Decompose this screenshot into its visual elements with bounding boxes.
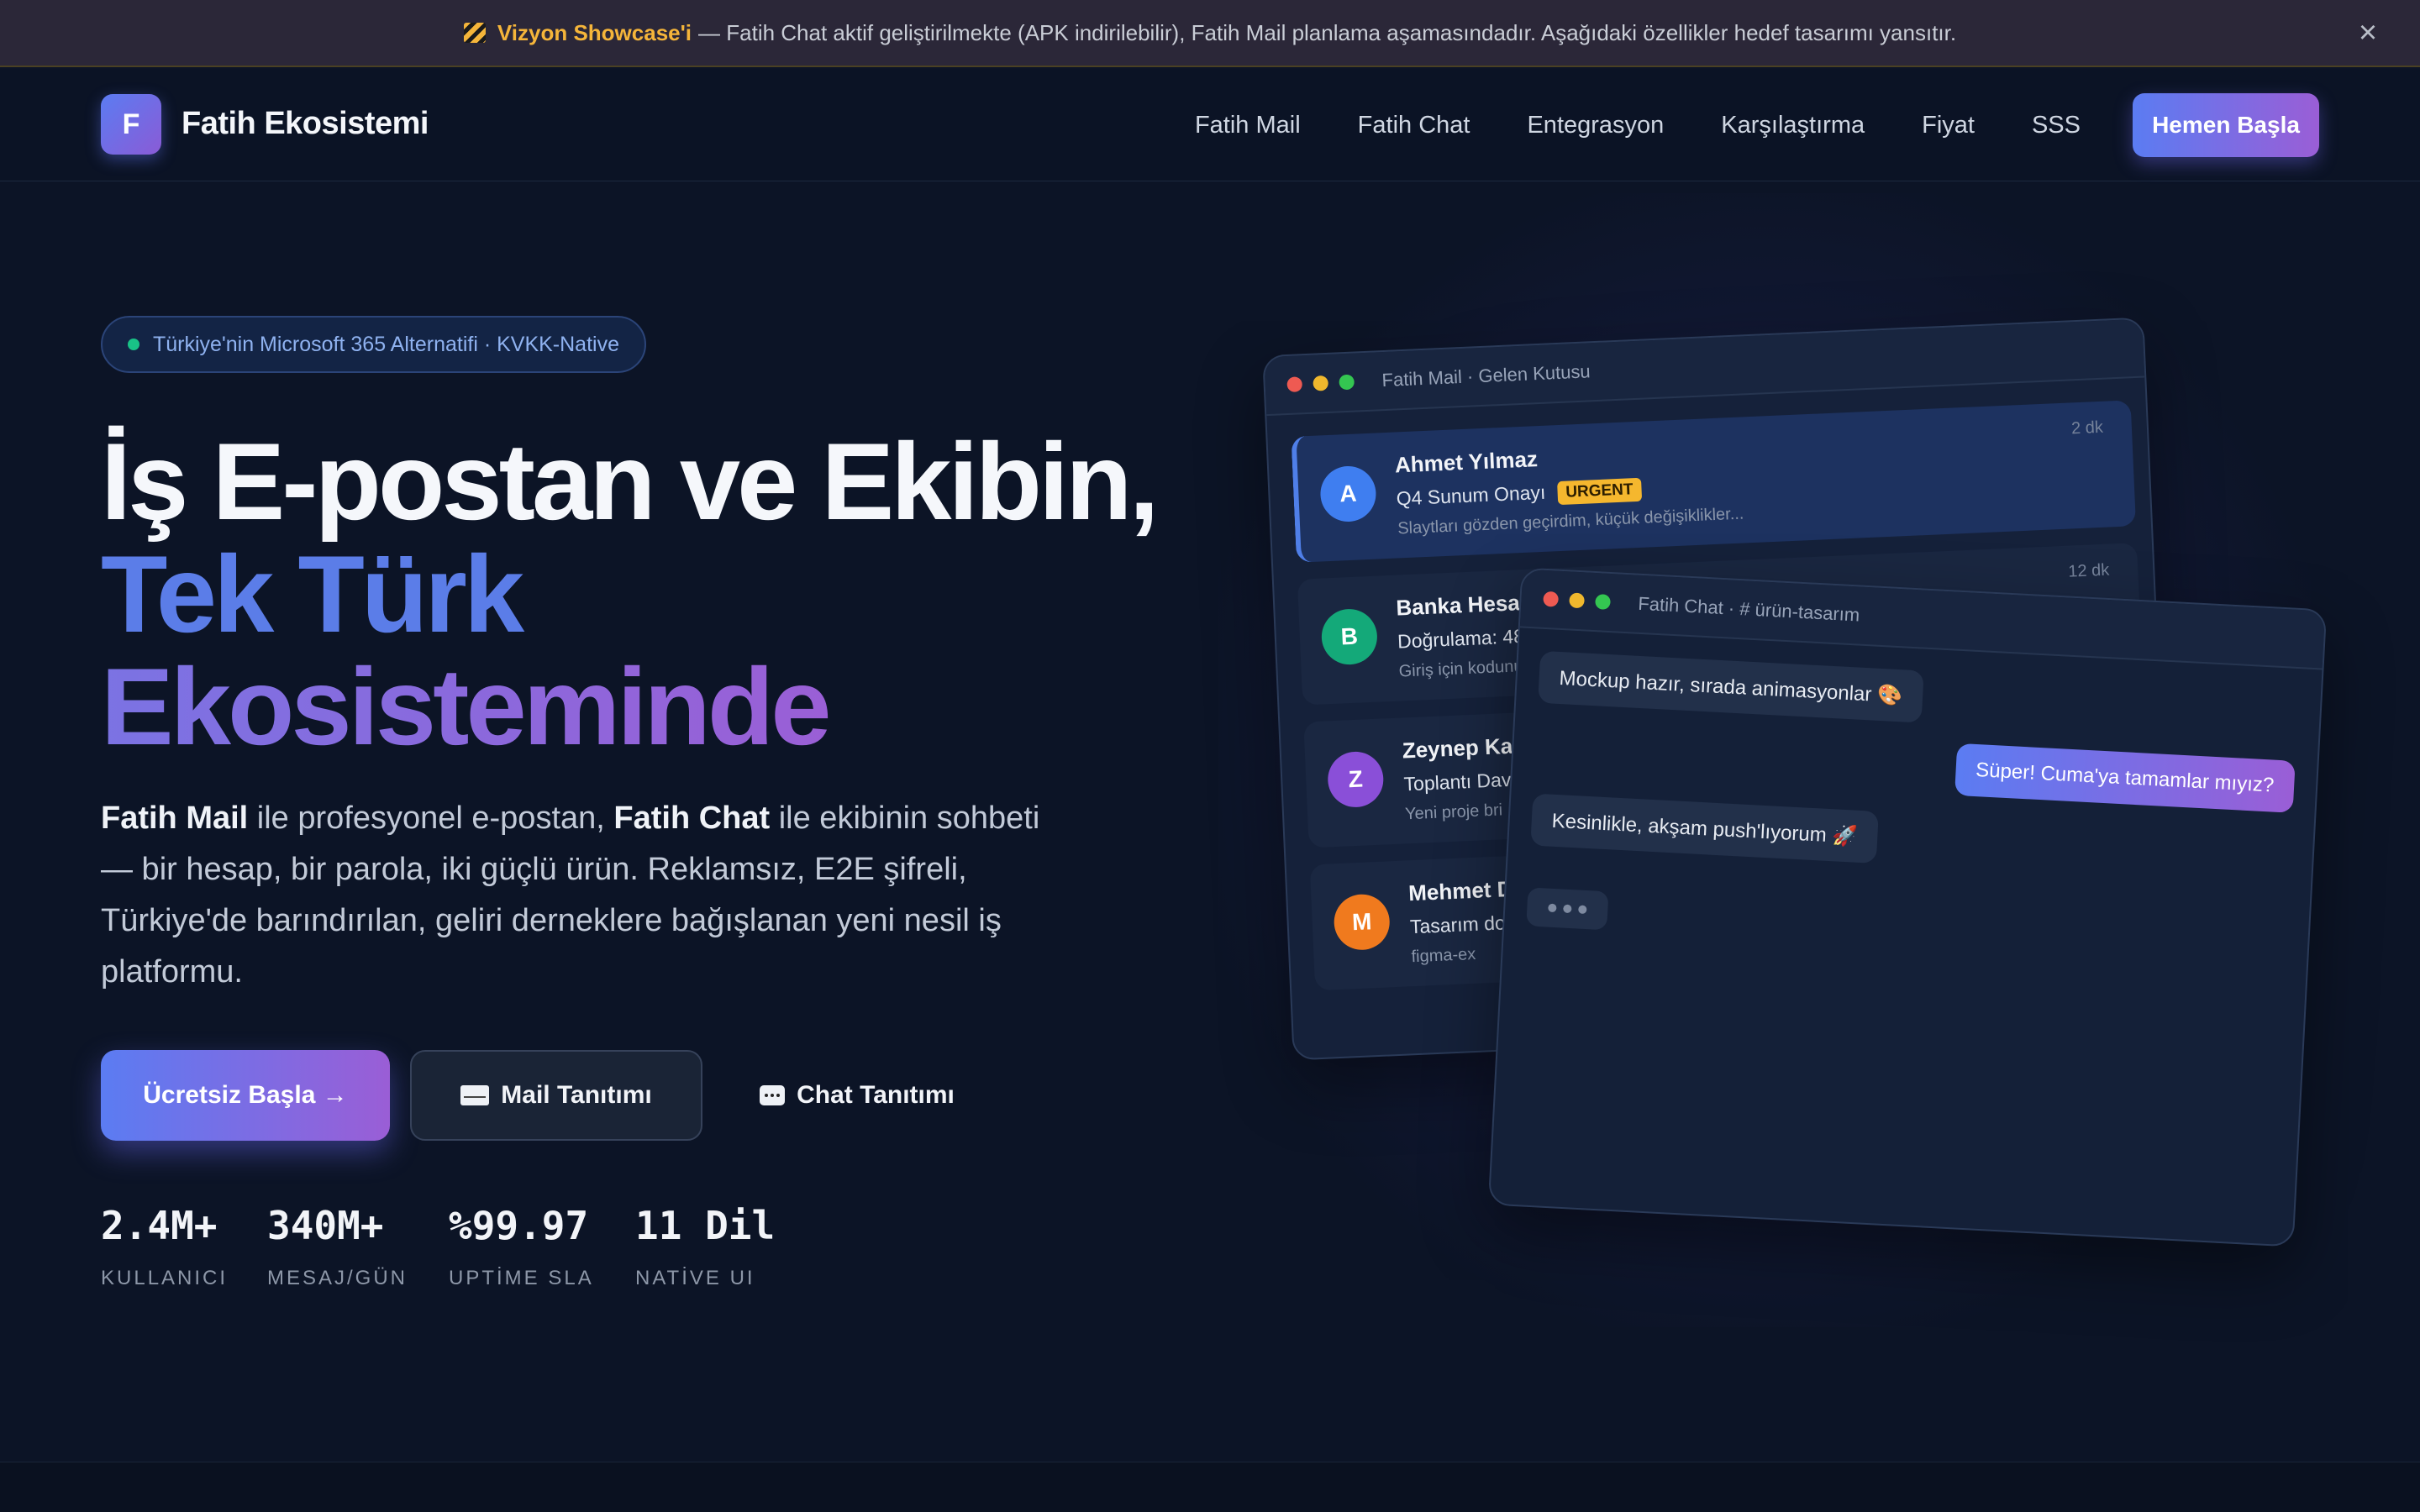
window-title: Fatih Mail · Gelen Kutusu (1381, 360, 1591, 391)
chat-demo-button[interactable]: Chat Tanıtımı (731, 1050, 983, 1141)
avatar: Z (1326, 750, 1385, 809)
hero-badge-text: Türkiye'nin Microsoft 365 Alternatifi · … (153, 332, 619, 356)
maximize-dot-icon (1595, 594, 1611, 610)
window-titlebar: Fatih Mail · Gelen Kutusu (1264, 318, 2145, 417)
stat-value: 11 Dil (635, 1203, 776, 1248)
brand-name[interactable]: Fatih Ekosistemi (182, 106, 429, 142)
close-dot-icon (1286, 376, 1303, 393)
nav-link-fiyat[interactable]: Fiyat (1922, 112, 1975, 139)
envelope-icon (460, 1085, 490, 1105)
lead-text-1: ile profesyonel e-postan, (248, 801, 614, 836)
mail-subject: Tasarım do (1409, 911, 1507, 938)
minimize-dot-icon (1313, 375, 1329, 391)
close-icon[interactable]: × (2353, 17, 2383, 49)
mail-subject: Q4 Sunum Onayı URGENT (1396, 477, 1643, 512)
stat-value: 2.4M+ (101, 1203, 218, 1248)
mail-subject-text: Q4 Sunum Onayı (1396, 480, 1546, 510)
nav-links: Fatih Mail Fatih Chat Entegrasyon Karşıl… (1138, 69, 2420, 181)
typing-indicator (1526, 887, 1609, 931)
stat-languages: 11 Dil NATİVE UI (635, 1203, 775, 1290)
stat-users: 2.4M+ KULLANICI (101, 1203, 228, 1290)
chat-demo-label: Chat Tanıtımı (797, 1081, 955, 1109)
hero-title-line-1: İş E-postan ve Ekibin, (101, 420, 1160, 543)
lead-bold-mail: Fatih Mail (101, 801, 249, 836)
mail-preview: figma-ex (1411, 944, 1476, 967)
stat-uptime: %99.97 UPTİME SLA (449, 1203, 594, 1290)
banner-highlight: Vizyon Showcase'i (497, 19, 692, 45)
nav-link-fatih-mail[interactable]: Fatih Mail (1195, 112, 1301, 139)
banner-text: — Fatih Chat aktif geliştirilmekte (APK … (698, 19, 1957, 45)
chat-mockup-window: Fatih Chat · # ürün-tasarım Mockup hazır… (1487, 567, 2328, 1247)
top-navigation: F Fatih Ekosistemi Fatih Mail Fatih Chat… (0, 69, 2420, 181)
mail-list-item: A Ahmet Yılmaz Q4 Sunum Onayı URGENT Slay… (1291, 400, 2137, 563)
stat-label: UPTİME SLA (449, 1267, 594, 1289)
avatar: M (1333, 893, 1392, 952)
lead-bold-chat: Fatih Chat (613, 801, 771, 836)
stat-messages: 340M+ MESAJ/GÜN (267, 1203, 408, 1290)
nav-link-fatih-chat[interactable]: Fatih Chat (1358, 112, 1470, 139)
stat-label: MESAJ/GÜN (267, 1267, 408, 1289)
avatar: A (1319, 465, 1377, 523)
mail-time: 2 dk (2070, 417, 2104, 438)
avatar: B (1320, 607, 1379, 666)
hero-description: Fatih Mail ile profesyonel e-postan, Fat… (101, 793, 1050, 998)
close-dot-icon (1543, 591, 1560, 607)
nav-link-karsilastirma[interactable]: Karşılaştırma (1721, 112, 1865, 139)
get-started-button[interactable]: Hemen Başla (2133, 93, 2319, 157)
announcement-banner: Vizyon Showcase'i — Fatih Chat aktif gel… (0, 0, 2420, 67)
stat-label: NATİVE UI (635, 1267, 755, 1289)
mail-preview: Yeni proje bri (1404, 801, 1503, 824)
free-start-button[interactable]: Ücretsiz Başla → (101, 1050, 390, 1141)
nav-link-entegrasyon[interactable]: Entegrasyon (1527, 112, 1664, 139)
chat-message-incoming: Mockup hazır, sırada animasyonlar 🎨 (1538, 650, 1924, 723)
mail-sender: Ahmet Yılmaz (1394, 446, 1539, 478)
hero-badge: Türkiye'nin Microsoft 365 Alternatifi · … (101, 316, 646, 373)
chat-bubble-icon (760, 1085, 786, 1105)
stat-label: KULLANICI (101, 1267, 229, 1289)
nav-link-sss[interactable]: SSS (2032, 112, 2081, 139)
maximize-dot-icon (1339, 374, 1355, 391)
construction-icon (463, 23, 486, 43)
chat-message-incoming: Kesinlikle, akşam push'lıyorum 🚀 (1530, 793, 1879, 864)
stat-value: 340M+ (267, 1203, 384, 1248)
next-section (0, 1462, 2420, 1512)
stat-value: %99.97 (449, 1203, 589, 1248)
mail-demo-button[interactable]: Mail Tanıtımı (410, 1050, 702, 1141)
status-dot-icon (128, 339, 139, 350)
logo[interactable]: F (101, 94, 161, 155)
mail-time: 12 dk (2067, 560, 2110, 581)
mail-demo-label: Mail Tanıtımı (501, 1081, 652, 1109)
hero-title-line-3: Ekosisteminde (101, 645, 832, 768)
minimize-dot-icon (1569, 592, 1586, 609)
chat-message-outgoing: Süper! Cuma'ya tamamlar mıyız? (1954, 743, 2296, 813)
mail-preview: Giriş için kodunu (1398, 657, 1523, 681)
mail-sender: Mehmet D (1407, 875, 1514, 906)
hero-title-line-2: Tek Türk (101, 533, 524, 655)
window-title: Fatih Chat · # ürün-tasarım (1637, 592, 1860, 626)
urgent-badge: URGENT (1556, 477, 1643, 506)
mail-subject: Doğrulama: 482 (1397, 624, 1536, 653)
